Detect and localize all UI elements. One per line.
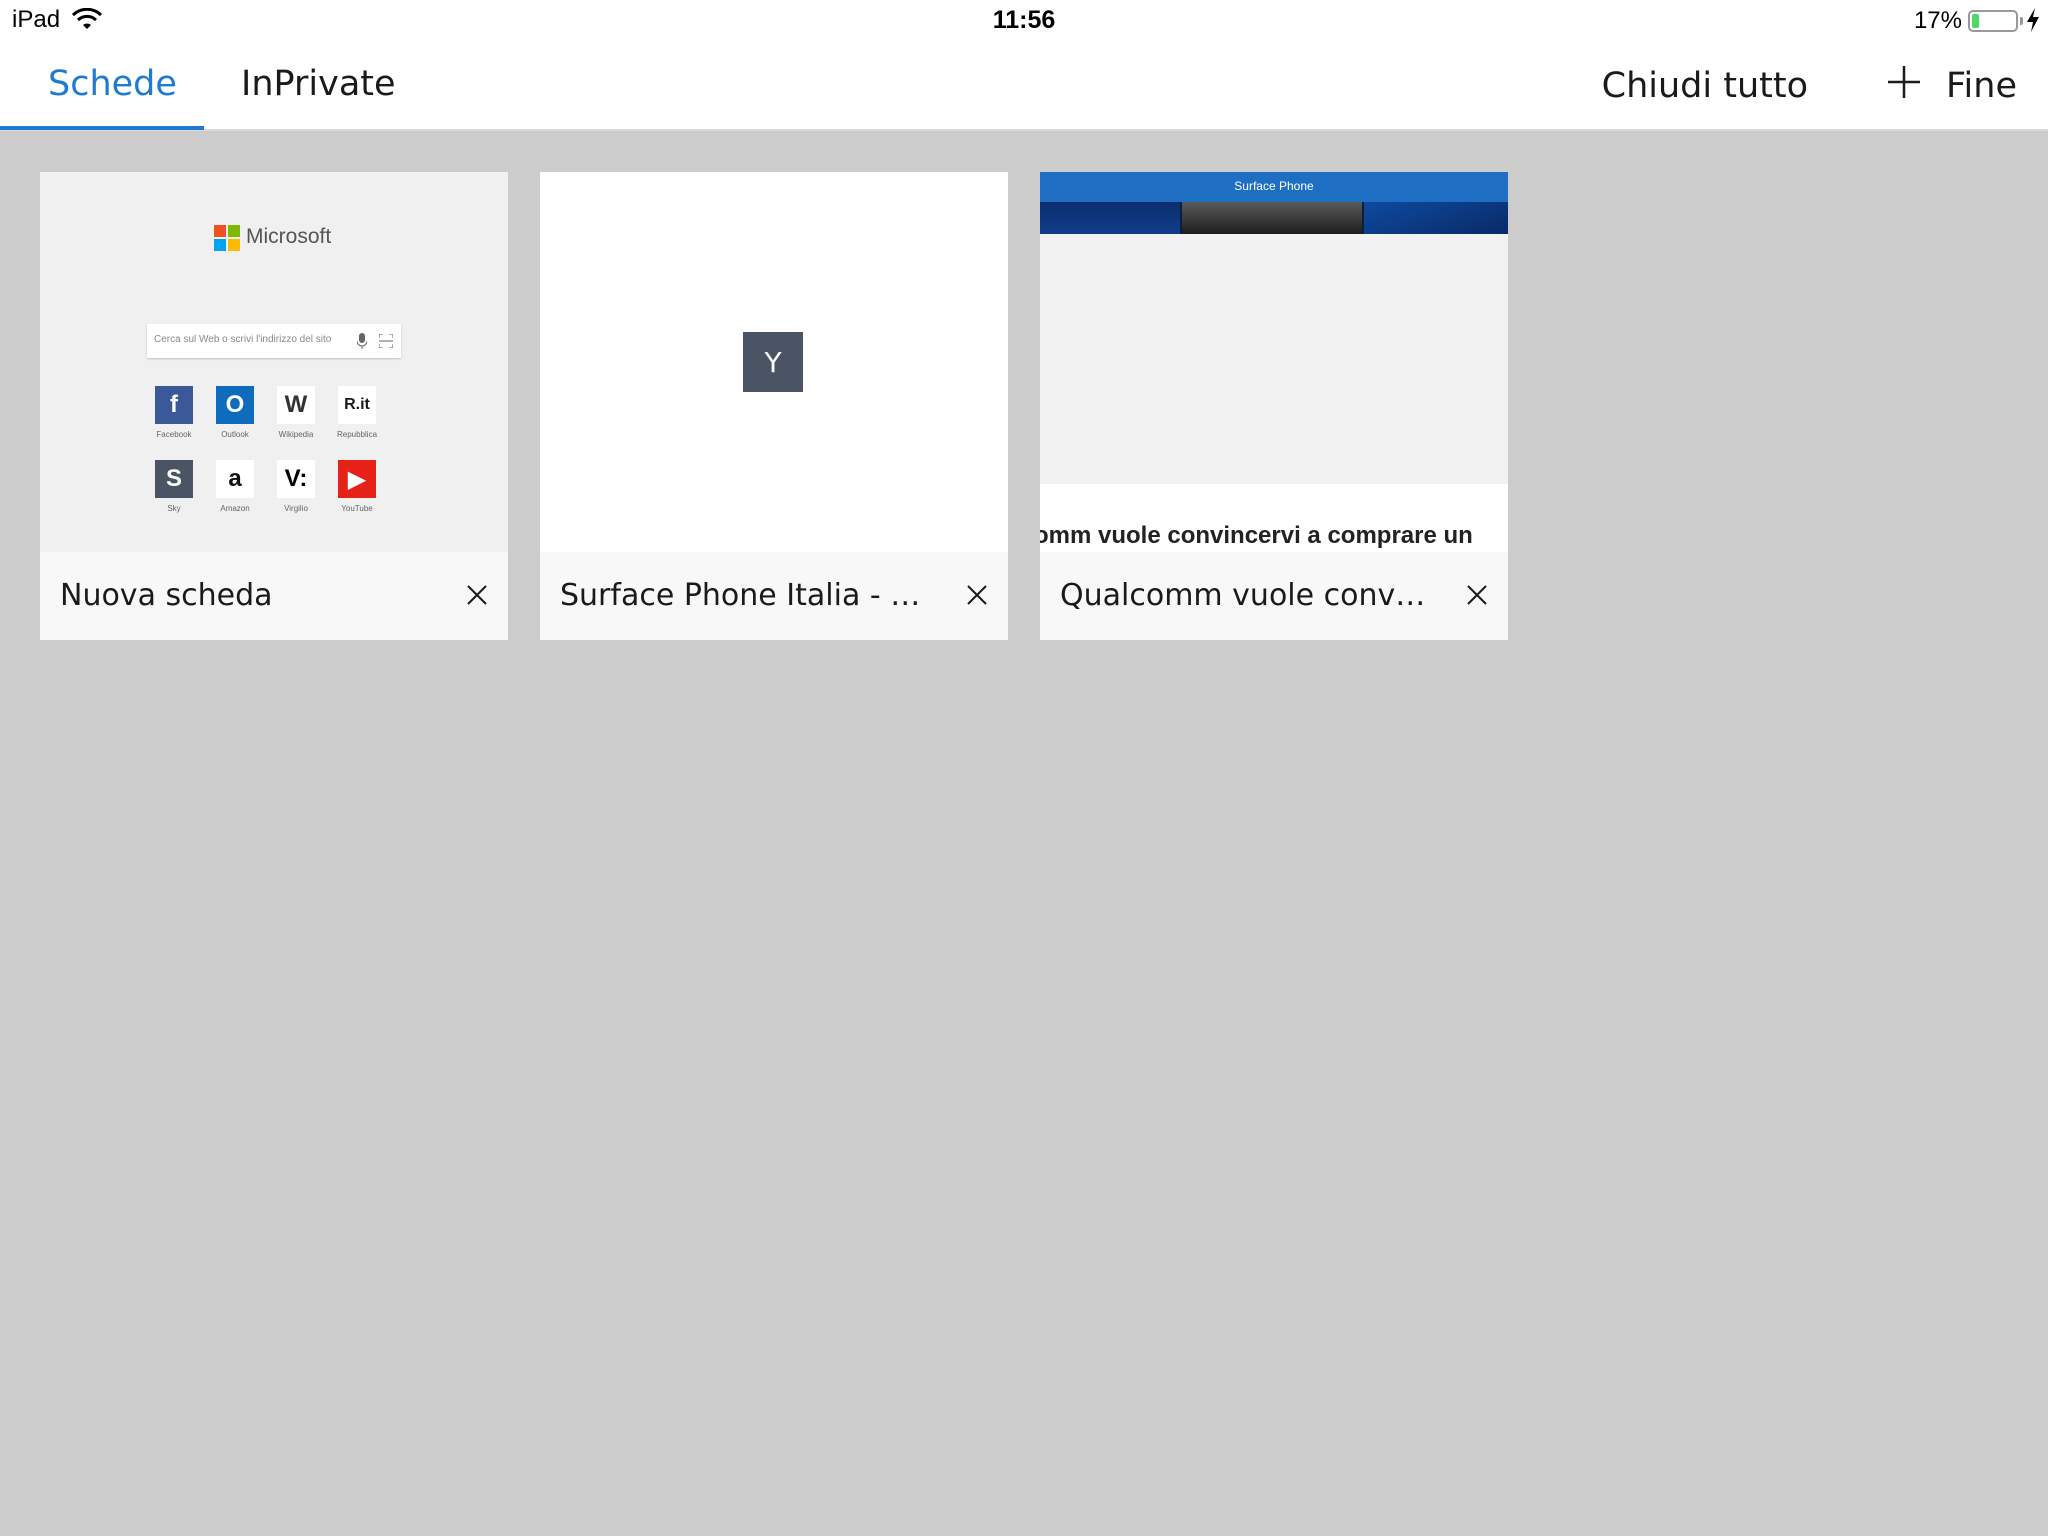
hero-image xyxy=(1364,202,1508,234)
close-icon[interactable] xyxy=(1464,582,1490,608)
speed-dial-label: Facebook xyxy=(156,430,192,439)
battery-icon xyxy=(1968,10,2018,32)
tab-card-surface-phone-youtube[interactable]: Y Surface Phone Italia - You... xyxy=(540,172,1008,640)
battery-percent: 17% xyxy=(1913,7,1962,34)
tab-card-new-tab[interactable]: Microsoft Cerca sul Web o scrivi l'indir… xyxy=(40,172,508,640)
speed-dial-label: YouTube xyxy=(341,504,373,513)
brand-name: Microsoft xyxy=(246,225,332,248)
amazon-icon: a xyxy=(216,460,254,498)
tab-card-footer: Qualcomm vuole convinc... xyxy=(1040,552,1508,640)
scan-icon xyxy=(379,334,393,348)
tab-title: Surface Phone Italia - You... xyxy=(560,578,930,613)
tab-card-footer: Surface Phone Italia - You... xyxy=(540,552,1008,640)
charging-bolt-icon xyxy=(2027,8,2039,32)
tab-title: Qualcomm vuole convinc... xyxy=(1060,578,1430,613)
speed-dial-outlook: O Outlook xyxy=(205,386,265,439)
hero-image xyxy=(1040,202,1180,234)
active-tab-indicator xyxy=(0,126,204,130)
tab-title: Nuova scheda xyxy=(60,578,273,613)
speed-dial-label: Virgilio xyxy=(284,504,308,513)
speed-dial-wikipedia: W Wikipedia xyxy=(266,386,326,439)
speed-dial-facebook: f Facebook xyxy=(144,386,204,439)
site-letter-tile: Y xyxy=(743,332,803,392)
speed-dial-sky: S Sky xyxy=(144,460,204,513)
article-headline: omm vuole convincervi a comprare un xyxy=(1040,522,1473,549)
wikipedia-icon: W xyxy=(277,386,315,424)
microphone-icon xyxy=(357,333,367,349)
clock: 11:56 xyxy=(992,6,1056,34)
tab-manager-header: Schede InPrivate Chiudi tutto Fine xyxy=(0,42,2048,131)
hero-image xyxy=(1182,202,1362,234)
outlook-icon: O xyxy=(216,386,254,424)
status-bar: iPad 11:56 17% xyxy=(0,0,2048,42)
virgilio-icon: V: xyxy=(277,460,315,498)
tab-preview: Y xyxy=(540,172,1008,552)
battery-tip xyxy=(2020,17,2023,25)
done-button[interactable]: Fine xyxy=(1946,66,2017,106)
speed-dial-amazon: a Amazon xyxy=(205,460,265,513)
speed-dial-youtube: ▶ YouTube xyxy=(327,460,387,513)
site-header-banner: Surface Phone xyxy=(1040,172,1508,202)
speed-dial-label: Amazon xyxy=(220,504,250,513)
speed-dial-virgilio: V: Virgilio xyxy=(266,460,326,513)
plus-icon[interactable] xyxy=(1884,62,1924,102)
repubblica-icon: R.it xyxy=(338,386,376,424)
tab-schede[interactable]: Schede xyxy=(48,64,177,104)
tab-inprivate[interactable]: InPrivate xyxy=(241,64,396,104)
tab-card-footer: Nuova scheda xyxy=(40,552,508,640)
speed-dial-label: Wikipedia xyxy=(278,430,314,439)
microsoft-logo-icon xyxy=(214,225,240,251)
facebook-icon: f xyxy=(155,386,193,424)
preview-search-box: Cerca sul Web o scrivi l'indirizzo del s… xyxy=(147,324,401,358)
close-icon[interactable] xyxy=(964,582,990,608)
close-icon[interactable] xyxy=(464,582,490,608)
close-all-button[interactable]: Chiudi tutto xyxy=(1602,66,1808,106)
tab-preview: Microsoft Cerca sul Web o scrivi l'indir… xyxy=(40,172,508,552)
preview-search-placeholder: Cerca sul Web o scrivi l'indirizzo del s… xyxy=(154,334,332,345)
sky-icon: S xyxy=(155,460,193,498)
speed-dial-label: Outlook xyxy=(221,430,249,439)
speed-dial-label: Sky xyxy=(167,504,181,513)
youtube-icon: ▶ xyxy=(338,460,376,498)
speed-dial-label: Repubblica xyxy=(336,430,378,439)
tab-card-qualcomm[interactable]: Surface Phone omm vuole convincervi a co… xyxy=(1040,172,1508,640)
speed-dial-repubblica: R.it Repubblica xyxy=(327,386,387,439)
site-logo: Surface Phone xyxy=(1234,179,1314,193)
tab-preview: Surface Phone omm vuole convincervi a co… xyxy=(1040,172,1508,552)
